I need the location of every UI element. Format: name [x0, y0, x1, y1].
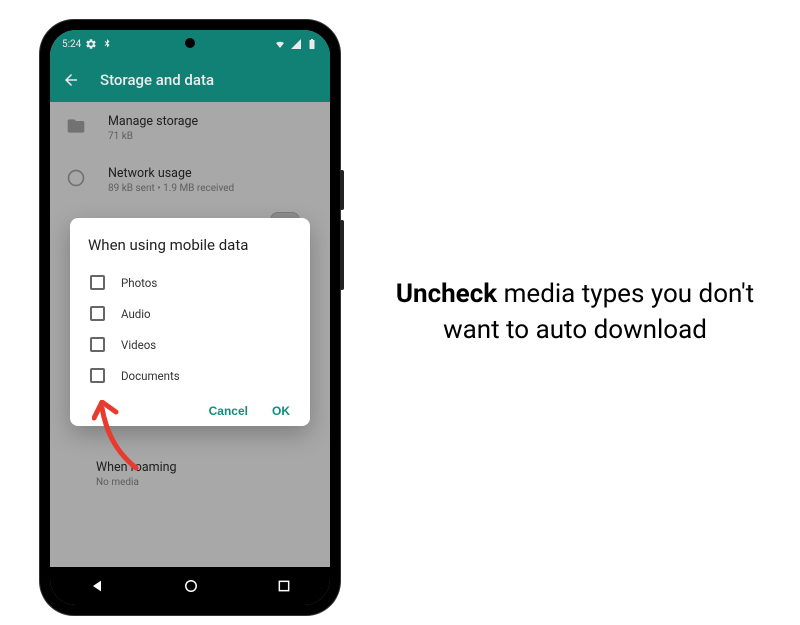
checkbox-label: Photos — [121, 276, 157, 290]
camera-hole — [185, 38, 195, 48]
phone-screen: 5:24 Storage and data — [50, 30, 330, 605]
checkbox[interactable] — [90, 368, 105, 383]
phone-side-button — [340, 170, 344, 210]
dialog-title: When using mobile data — [88, 236, 292, 254]
checkbox-label: Videos — [121, 338, 156, 352]
instruction-bold: Uncheck — [396, 279, 497, 309]
phone-side-button — [340, 220, 344, 290]
ok-button[interactable]: OK — [272, 404, 290, 418]
phone-frame: 5:24 Storage and data — [40, 20, 340, 615]
checkbox-row-videos[interactable]: Videos — [88, 332, 292, 357]
checkbox-row-audio[interactable]: Audio — [88, 301, 292, 326]
checkbox[interactable] — [90, 337, 105, 352]
nav-home-icon[interactable] — [184, 579, 198, 593]
checkbox[interactable] — [90, 306, 105, 321]
mobile-data-dialog: When using mobile data Photos Audio V — [70, 218, 310, 426]
instruction-text: Uncheck media types you don't want to au… — [380, 277, 800, 347]
nav-recents-icon[interactable] — [277, 579, 291, 593]
checkbox-row-documents[interactable]: Documents — [88, 363, 292, 388]
android-navbar — [50, 567, 330, 605]
checkbox[interactable] — [90, 275, 105, 290]
checkbox-label: Documents — [121, 369, 180, 383]
checkbox-label: Audio — [121, 307, 151, 321]
nav-back-icon[interactable] — [89, 578, 105, 594]
checkbox-row-photos[interactable]: Photos — [88, 270, 292, 295]
cancel-button[interactable]: Cancel — [209, 404, 248, 418]
